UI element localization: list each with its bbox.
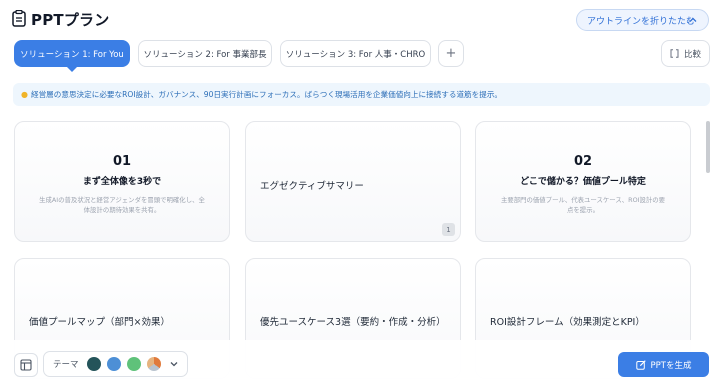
plus-icon: +: [445, 46, 457, 61]
compare-icon: [670, 49, 679, 58]
slide-title: ROI設計フレーム（効果測定とKPI）: [490, 317, 645, 328]
generate-ppt-label: PPTを生成: [650, 360, 692, 371]
section-number: 01: [112, 154, 132, 169]
slide-card[interactable]: エグゼクティブサマリー 1: [245, 121, 461, 242]
collapse-outline-label: アウトラインを折りたたむ: [587, 16, 696, 27]
section-number: 02: [573, 154, 593, 169]
edit-icon: [635, 359, 646, 370]
tab-solution-1[interactable]: ソリューション 1: For You: [14, 40, 130, 67]
section-heading: どこで儲かる？価値プール特定: [520, 177, 646, 187]
section-description: 生成AIの普及状況と経営アジェンダを冒頭で明確化し、全体設計の期待効果を共有。: [39, 196, 205, 214]
active-tab-pointer: [66, 66, 78, 72]
scrollbar[interactable]: [706, 121, 710, 173]
chevron-up-icon: [689, 17, 697, 22]
theme-picker: テーマ: [43, 351, 188, 377]
section-heading: まず全体像を3秒で: [82, 177, 162, 187]
slide-card[interactable]: 02 どこで儲かる？価値プール特定 主要部門の価値プール、代表ユースケース、RO…: [475, 121, 691, 242]
slide-title: エグゼクティブサマリー: [260, 181, 364, 192]
layout-icon: [20, 359, 32, 371]
tab-solution-3[interactable]: ソリューション 3: For 人事・CHRO: [280, 40, 431, 67]
layout-button[interactable]: [14, 353, 38, 377]
theme-label: テーマ: [53, 360, 79, 370]
lightbulb-icon: ●: [21, 90, 28, 99]
header: PPTプラン アウトラインを折りたたむ: [0, 0, 720, 38]
tab-label: ソリューション 2: For 事業部長: [143, 49, 267, 60]
chevron-down-icon[interactable]: [169, 359, 179, 369]
compare-button[interactable]: 比較: [661, 40, 710, 67]
document-icon: [12, 10, 26, 27]
slide-count-badge: 1: [442, 223, 455, 236]
theme-swatch-multicolor[interactable]: [146, 357, 161, 371]
theme-swatch-green[interactable]: [126, 357, 141, 371]
generate-ppt-button[interactable]: PPTを生成: [618, 352, 709, 377]
slide-title: 価値プールマップ（部門×効果）: [29, 317, 170, 328]
page-title: PPTプラン: [31, 11, 110, 29]
info-banner: ● 経営層の意思決定に必要なROI設計、ガバナンス、90日実行計画にフォーカス。…: [13, 83, 710, 106]
slide-title: 優先ユースケース3選（要約・作成・分析）: [260, 317, 446, 328]
tab-label: ソリューション 1: For You: [20, 49, 124, 60]
tab-label: ソリューション 3: For 人事・CHRO: [285, 49, 426, 60]
theme-swatch-dark-teal[interactable]: [86, 357, 101, 371]
tab-solution-2[interactable]: ソリューション 2: For 事業部長: [138, 40, 272, 67]
collapse-outline-button[interactable]: アウトラインを折りたたむ: [576, 9, 709, 31]
add-tab-button[interactable]: +: [438, 40, 464, 67]
theme-swatch-blue[interactable]: [106, 357, 121, 371]
info-banner-text: 経営層の意思決定に必要なROI設計、ガバナンス、90日実行計画にフォーカス。ばら…: [30, 90, 503, 99]
section-description: 主要部門の価値プール、代表ユースケース、ROI設計の要点を提示。: [500, 196, 666, 214]
compare-label: 比較: [683, 49, 701, 60]
slide-card[interactable]: 01 まず全体像を3秒で 生成AIの普及状況と経営アジェンダを冒頭で明確化し、全…: [14, 121, 230, 242]
